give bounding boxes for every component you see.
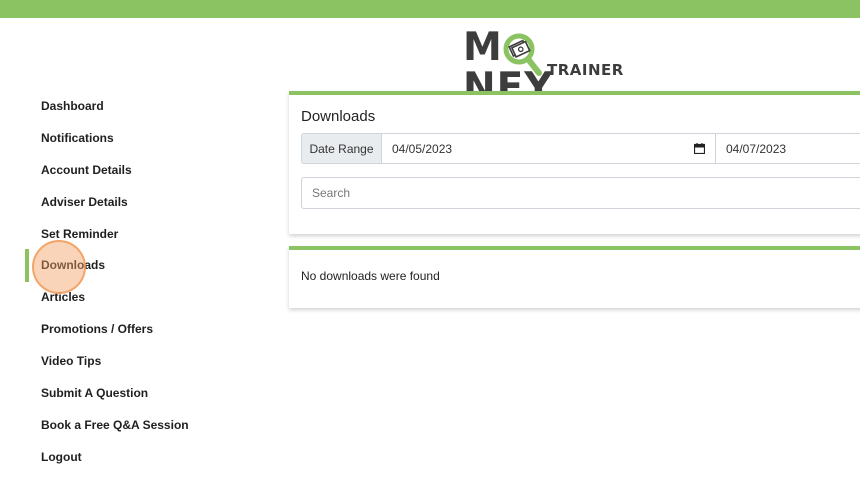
empty-state-message: No downloads were found (301, 269, 440, 283)
sidebar-item-dashboard[interactable]: Dashboard (41, 99, 104, 113)
search-placeholder: Search (312, 186, 351, 200)
calendar-icon[interactable] (694, 143, 705, 154)
date-range-label: Date Range (301, 133, 382, 164)
sidebar-item-account-details[interactable]: Account Details (41, 163, 132, 177)
sidebar-item-logout[interactable]: Logout (41, 450, 82, 464)
sidebar-item-book-qa-session[interactable]: Book a Free Q&A Session (41, 418, 189, 432)
logo-subtitle: TRAINER (547, 61, 624, 79)
date-from-input[interactable]: 04/05/2023 (381, 133, 716, 164)
brand-logo[interactable]: MNEY TRAINER (463, 28, 625, 108)
date-to-input[interactable]: 04/07/2023 (715, 133, 860, 164)
search-input[interactable]: Search (301, 177, 860, 209)
sidebar-item-video-tips[interactable]: Video Tips (41, 354, 101, 368)
sidebar-item-adviser-details[interactable]: Adviser Details (41, 195, 128, 209)
sidebar-item-notifications[interactable]: Notifications (41, 131, 114, 145)
magnifier-money-icon (503, 33, 542, 76)
date-to-value: 04/07/2023 (726, 141, 787, 156)
downloads-filter-panel: Downloads Date Range 04/05/2023 04/07/20… (289, 91, 860, 234)
top-accent-bar (0, 0, 860, 18)
downloads-results-panel: No downloads were found (289, 246, 860, 308)
sidebar-item-set-reminder[interactable]: Set Reminder (41, 227, 118, 241)
sidebar-item-submit-question[interactable]: Submit A Question (41, 386, 148, 400)
date-from-value: 04/05/2023 (392, 141, 453, 156)
click-indicator (32, 240, 86, 294)
sidebar-item-promotions-offers[interactable]: Promotions / Offers (41, 322, 153, 336)
active-nav-marker (25, 249, 29, 282)
date-range-group: Date Range 04/05/2023 04/07/2023 (301, 133, 860, 164)
page-title: Downloads (301, 108, 376, 125)
